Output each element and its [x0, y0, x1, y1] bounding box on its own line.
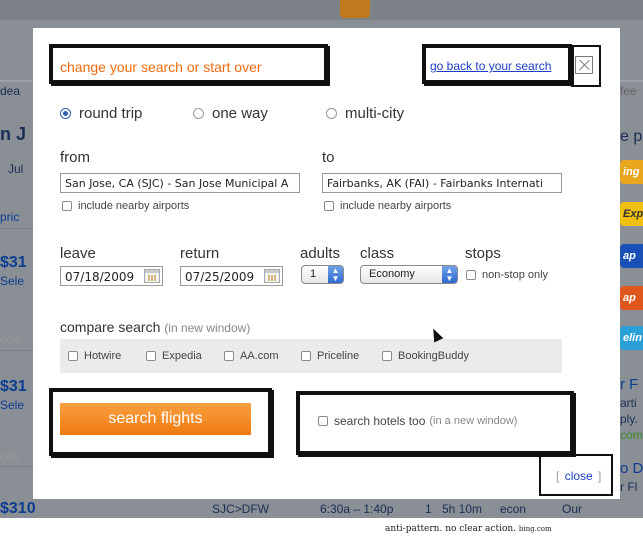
compare-search-title: compare search (in new window) [60, 319, 251, 335]
radio-selected-icon [60, 108, 71, 119]
radio-icon [326, 108, 337, 119]
checkbox-icon [382, 351, 392, 361]
compare-aa-checkbox[interactable]: AA.com [224, 350, 279, 362]
checkbox-icon [466, 270, 476, 280]
bg-fragment: pric [0, 210, 20, 224]
search-flights-button[interactable]: search flights [60, 403, 251, 435]
compare-priceline-checkbox[interactable]: Priceline [301, 350, 359, 362]
search-hotels-checkbox[interactable]: search hotels too (in a new window) [318, 414, 517, 428]
to-label: to [322, 149, 335, 166]
non-stop-checkbox[interactable]: non-stop only [466, 269, 548, 281]
bg-fragment: Jul [8, 162, 24, 176]
bg-pill: ap [620, 286, 643, 310]
chevron-updown-icon: ▲ ▼ [328, 266, 343, 283]
checkbox-icon [224, 351, 234, 361]
bg-fragment: fee [620, 84, 637, 98]
from-nearby-checkbox[interactable]: include nearby airports [62, 200, 189, 212]
to-input[interactable]: Fairbanks, AK (FAI) - Fairbanks Internat… [322, 173, 562, 193]
search-modal: change your search or start over go back… [33, 28, 620, 499]
bg-fragment: dea [0, 84, 21, 98]
leave-date-input[interactable]: 07/18/2009 [60, 266, 163, 286]
bg-fragment: com [620, 428, 643, 442]
bg-fragment: ply. [620, 412, 638, 426]
close-icon[interactable] [575, 56, 593, 74]
compare-hotwire-checkbox[interactable]: Hotwire [68, 350, 121, 362]
bg-fragment: r F [620, 376, 639, 393]
bg-fragment: Sele [0, 274, 25, 288]
bg-fragment: $31 [0, 378, 27, 395]
bg-fragment: arti [620, 396, 637, 410]
bg-fragment: $310 [0, 500, 36, 517]
adults-label: adults [300, 245, 341, 262]
bg-pill: elin [620, 326, 643, 350]
checkbox-icon [318, 416, 328, 426]
radio-multi-city[interactable]: multi-city [326, 105, 404, 122]
leave-label: leave [60, 245, 96, 262]
bg-pill: Exp [620, 202, 643, 226]
return-date-input[interactable]: 07/25/2009 [180, 266, 283, 286]
calendar-icon[interactable] [264, 269, 280, 283]
bg-fragment: Sele [0, 398, 25, 412]
background-header [0, 0, 643, 20]
bg-fragment: ook [0, 332, 20, 346]
background-search-button [340, 0, 370, 18]
from-label: from [60, 149, 90, 166]
chevron-updown-icon: ▲ ▼ [442, 266, 457, 283]
radio-icon [193, 108, 204, 119]
class-label: class [360, 245, 395, 262]
caption: anti-pattern. no clear action. bing.com [385, 524, 552, 534]
bg-fragment: e p [620, 128, 643, 145]
radio-round-trip[interactable]: round trip [60, 105, 142, 122]
modal-title: change your search or start over [60, 59, 262, 75]
calendar-icon[interactable] [144, 269, 160, 283]
compare-expedia-checkbox[interactable]: Expedia [146, 350, 202, 362]
bg-divider [0, 228, 35, 229]
bg-fragment: $31 [0, 254, 27, 271]
checkbox-icon [301, 351, 311, 361]
checkbox-icon [324, 201, 334, 211]
to-nearby-checkbox[interactable]: include nearby airports [324, 200, 451, 212]
go-back-link[interactable]: go back to your search [430, 59, 551, 73]
bg-pill: ap [620, 244, 643, 268]
bg-fragment: o D [620, 460, 643, 477]
close-link[interactable]: close [565, 469, 593, 483]
compare-bookingbuddy-checkbox[interactable]: BookingBuddy [382, 350, 469, 362]
bg-fragment: n J [0, 124, 27, 144]
close-link-wrapper: [ close ] [556, 469, 602, 483]
bg-fragment: r Fl [620, 480, 638, 494]
bg-fragment: ook [0, 450, 20, 464]
stops-label: stops [465, 245, 501, 262]
bg-divider [0, 466, 35, 467]
compare-options: Hotwire Expedia AA.com Priceline Booking… [60, 339, 562, 373]
bg-pill: ing [620, 160, 643, 184]
class-select[interactable]: Economy ▲ ▼ [360, 265, 458, 284]
bg-divider [0, 350, 35, 351]
checkbox-icon [62, 201, 72, 211]
bg-flight-row: SJC>DFW 6:30a – 1:40p 1 5h 10m econ Our … [212, 502, 611, 518]
return-label: return [180, 245, 220, 262]
radio-one-way[interactable]: one way [193, 105, 268, 122]
checkbox-icon [68, 351, 78, 361]
from-input[interactable]: San Jose, CA (SJC) - San Jose Municipal … [60, 173, 300, 193]
checkbox-icon [146, 351, 156, 361]
adults-select[interactable]: 1 ▲ ▼ [301, 265, 344, 284]
